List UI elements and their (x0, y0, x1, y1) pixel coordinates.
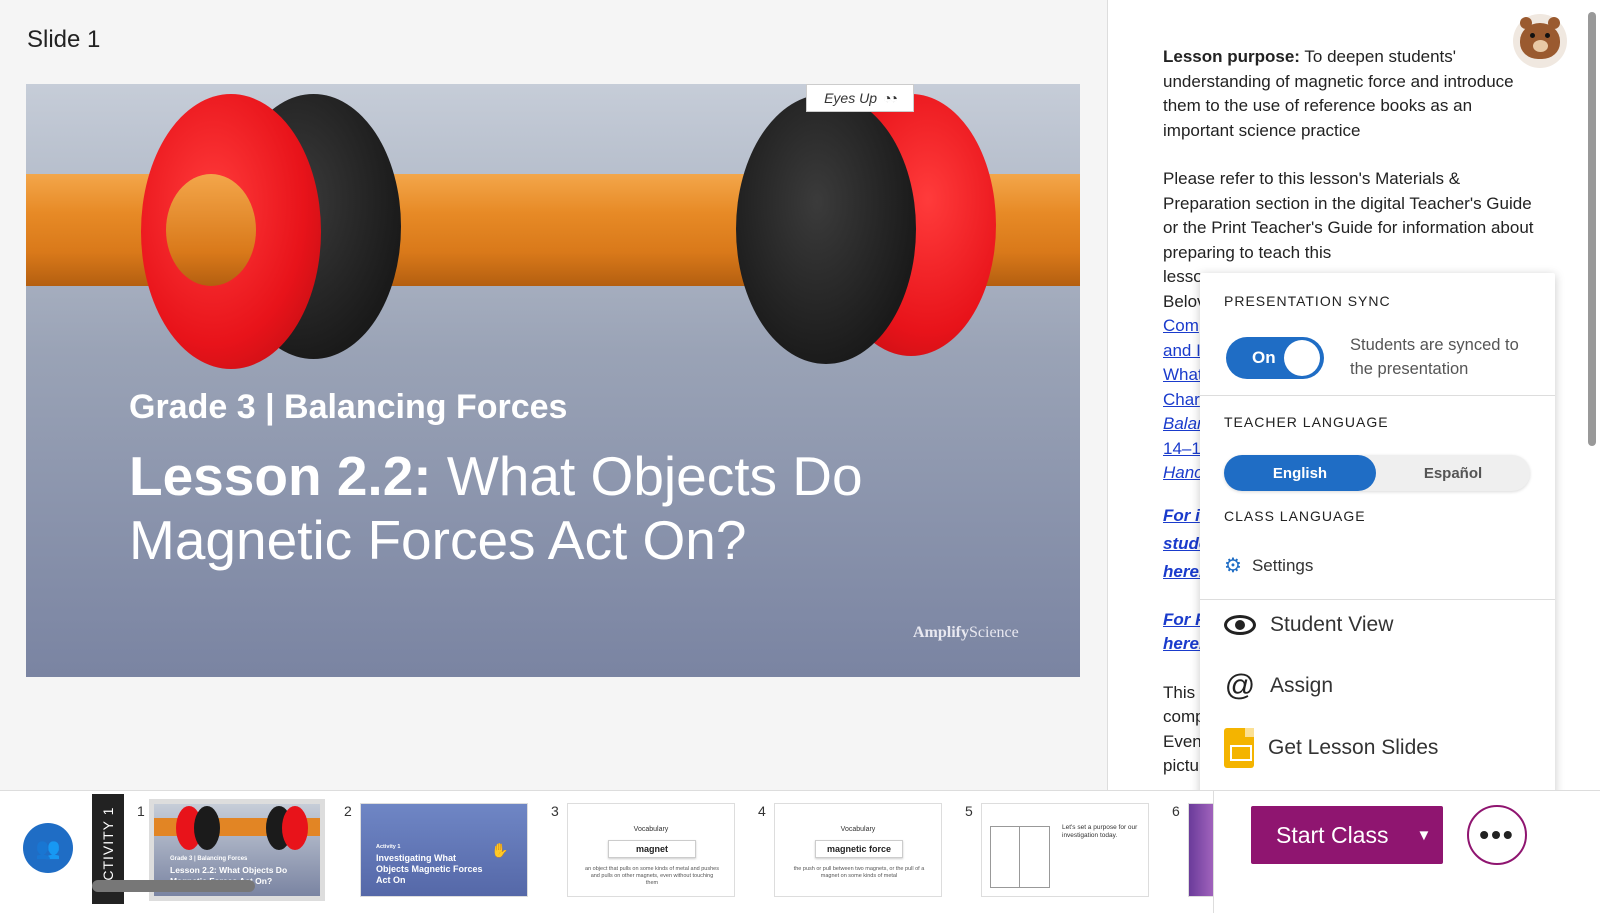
notes-purpose: Lesson purpose: To deepen students' unde… (1163, 45, 1543, 143)
user-avatar[interactable] (1513, 14, 1567, 68)
caret-down-icon: ▼ (1416, 826, 1432, 844)
eye-icon (1224, 615, 1256, 635)
settings-label: Settings (1251, 555, 1314, 575)
slide-filmstrip-bar: 👥 ACTIVITY 1 1 Grade 3 | Balancing Force… (0, 790, 1600, 913)
thumb-number: 5 (965, 803, 973, 819)
slide-lesson-title: Lesson 2.2: What Objects Do Magnetic For… (129, 444, 889, 572)
slide-thumbnail-3[interactable]: Vocabulary magnet an object that pulls o… (567, 803, 735, 897)
notes-link[interactable]: Hanc (1163, 463, 1203, 482)
presentation-sync-title: PRESENTATION SYNC (1224, 293, 1391, 309)
notes-link[interactable]: What (1163, 365, 1203, 384)
thumb-number: 2 (344, 803, 352, 819)
teacher-language-switch: English Español (1224, 455, 1530, 491)
notes-link[interactable]: Char (1163, 390, 1200, 409)
more-options-button[interactable]: ••• (1467, 805, 1527, 865)
sync-description: Students are synced to the presentation (1350, 336, 1519, 378)
slide-grade-line: Grade 3 | Balancing Forces (129, 388, 568, 426)
start-class-button[interactable]: Start Class ▼ (1251, 806, 1443, 864)
notes-fragment: pictu (1163, 756, 1199, 775)
thumb-text-line: Grade 3 | Balancing Forces (170, 856, 248, 862)
eyes-up-badge: Eyes Up ◔◔ (806, 84, 914, 112)
thumb-text-line: Activity 1 (376, 844, 401, 850)
notes-fragment: comp (1163, 707, 1205, 726)
notes-link[interactable]: For i (1163, 506, 1200, 525)
thumb-number: 1 (137, 803, 145, 819)
brand-part-b: Science (969, 624, 1019, 641)
amplify-science-logo: AmplifyScience (913, 624, 1019, 642)
eyes-icon: ◔◔ (883, 90, 898, 106)
assign-label: Assign (1270, 674, 1334, 697)
toggle-knob (1284, 340, 1320, 376)
more-dots-icon: ••• (1479, 819, 1515, 850)
thumb-text: Activity 1 Investigating What Objects Ma… (376, 840, 486, 886)
get-slides-label: Get Lesson Slides (1268, 736, 1439, 759)
slide-title: Slide 1 (27, 26, 101, 53)
notes-link[interactable]: here. (1163, 562, 1204, 581)
lesson-number: Lesson 2.2: (129, 445, 432, 507)
menu-divider (1200, 599, 1555, 600)
group-icon: 👥 (35, 837, 61, 860)
main-slide-area: Slide 1 Eyes Up ◔◔ Grade 3 | Balancing F… (0, 0, 1134, 790)
language-espanol-button[interactable]: Español (1376, 455, 1530, 491)
slide-thumbnail-5[interactable]: Let's set a purpose for our investigatio… (981, 803, 1149, 897)
app: Slide 1 Eyes Up ◔◔ Grade 3 | Balancing F… (0, 0, 1600, 913)
notes-link[interactable]: Balar (1163, 414, 1203, 433)
language-english-button[interactable]: English (1224, 455, 1376, 491)
filmstrip-scrollbar[interactable] (92, 880, 255, 892)
menu-divider (1200, 395, 1555, 396)
student-view-label: Student View (1270, 613, 1394, 636)
bear-avatar-icon (1520, 17, 1560, 59)
notes-link[interactable]: Com (1163, 316, 1199, 335)
thumb-ring (282, 806, 308, 850)
thumb-number: 6 (1172, 803, 1180, 819)
at-sign-icon: @ (1224, 669, 1256, 702)
thumb-number: 4 (758, 803, 766, 819)
thumb-vocab-def: an object that pulls on some kinds of me… (585, 866, 719, 886)
gear-icon: ⚙ (1224, 555, 1242, 577)
thumb-vocab-header: Vocabulary (840, 826, 876, 833)
slide-magnet-ring (736, 94, 916, 364)
class-roster-button[interactable]: 👥 (23, 823, 73, 873)
notes-fragment: lesso (1163, 267, 1203, 286)
notes-link[interactable]: and I (1163, 341, 1201, 360)
slide-thumbnail-2[interactable]: Activity 1 Investigating What Objects Ma… (360, 803, 528, 897)
eyes-up-label: Eyes Up (824, 90, 877, 106)
notes-scrollbar[interactable] (1588, 12, 1596, 446)
student-view-menu-item[interactable]: Student View (1224, 613, 1393, 637)
presentation-sync-toggle[interactable]: On (1226, 337, 1324, 379)
purpose-label: Lesson purpose: (1163, 47, 1300, 66)
thumb-table (990, 826, 1050, 888)
class-language-title: CLASS LANGUAGE (1224, 508, 1366, 524)
thumb-vocab-def: the push or pull between two magnets, or… (793, 866, 925, 879)
brand-part-a: Amplify (913, 624, 969, 641)
class-language-settings-button[interactable]: ⚙ Settings (1224, 553, 1313, 578)
notes-link[interactable]: 14–1 (1163, 439, 1201, 458)
thumb-vocab-word: magnetic force (815, 840, 903, 858)
slide-thumbnail-4[interactable]: Vocabulary magnetic force the push or pu… (774, 803, 942, 897)
thumb-text-line: Investigating What Objects Magnetic Forc… (376, 853, 483, 885)
hand-icon: ✋ (491, 842, 509, 858)
thumb-vocab-word: magnet (608, 840, 696, 858)
notes-fragment: Even (1163, 731, 1202, 751)
toggle-label: On (1252, 348, 1276, 367)
thumb-text: Let's set a purpose for our investigatio… (1062, 824, 1138, 839)
bear-snout (1533, 40, 1548, 52)
thumb-number: 3 (551, 803, 559, 819)
teacher-language-title: TEACHER LANGUAGE (1224, 414, 1389, 430)
google-slides-icon (1224, 728, 1254, 768)
thumb-vocab-header: Vocabulary (633, 826, 669, 833)
notes-link[interactable]: here. (1163, 634, 1204, 653)
materials-text: Please refer to this lesson's Materials … (1163, 169, 1534, 262)
thumb-ring (194, 806, 220, 850)
bear-eye (1545, 33, 1550, 38)
assign-menu-item[interactable]: @ Assign (1224, 671, 1333, 701)
slide-rod-end (166, 174, 256, 286)
slide-canvas[interactable]: Eyes Up ◔◔ Grade 3 | Balancing Forces Le… (26, 84, 1080, 677)
class-actions-area: Start Class ▼ ••• (1213, 791, 1600, 913)
notes-fragment: This (1163, 682, 1196, 702)
start-class-label: Start Class (1276, 821, 1389, 848)
class-options-menu: PRESENTATION SYNC On Students are synced… (1200, 273, 1555, 801)
get-lesson-slides-menu-item[interactable]: Get Lesson Slides (1224, 728, 1438, 768)
bear-eye (1530, 33, 1535, 38)
